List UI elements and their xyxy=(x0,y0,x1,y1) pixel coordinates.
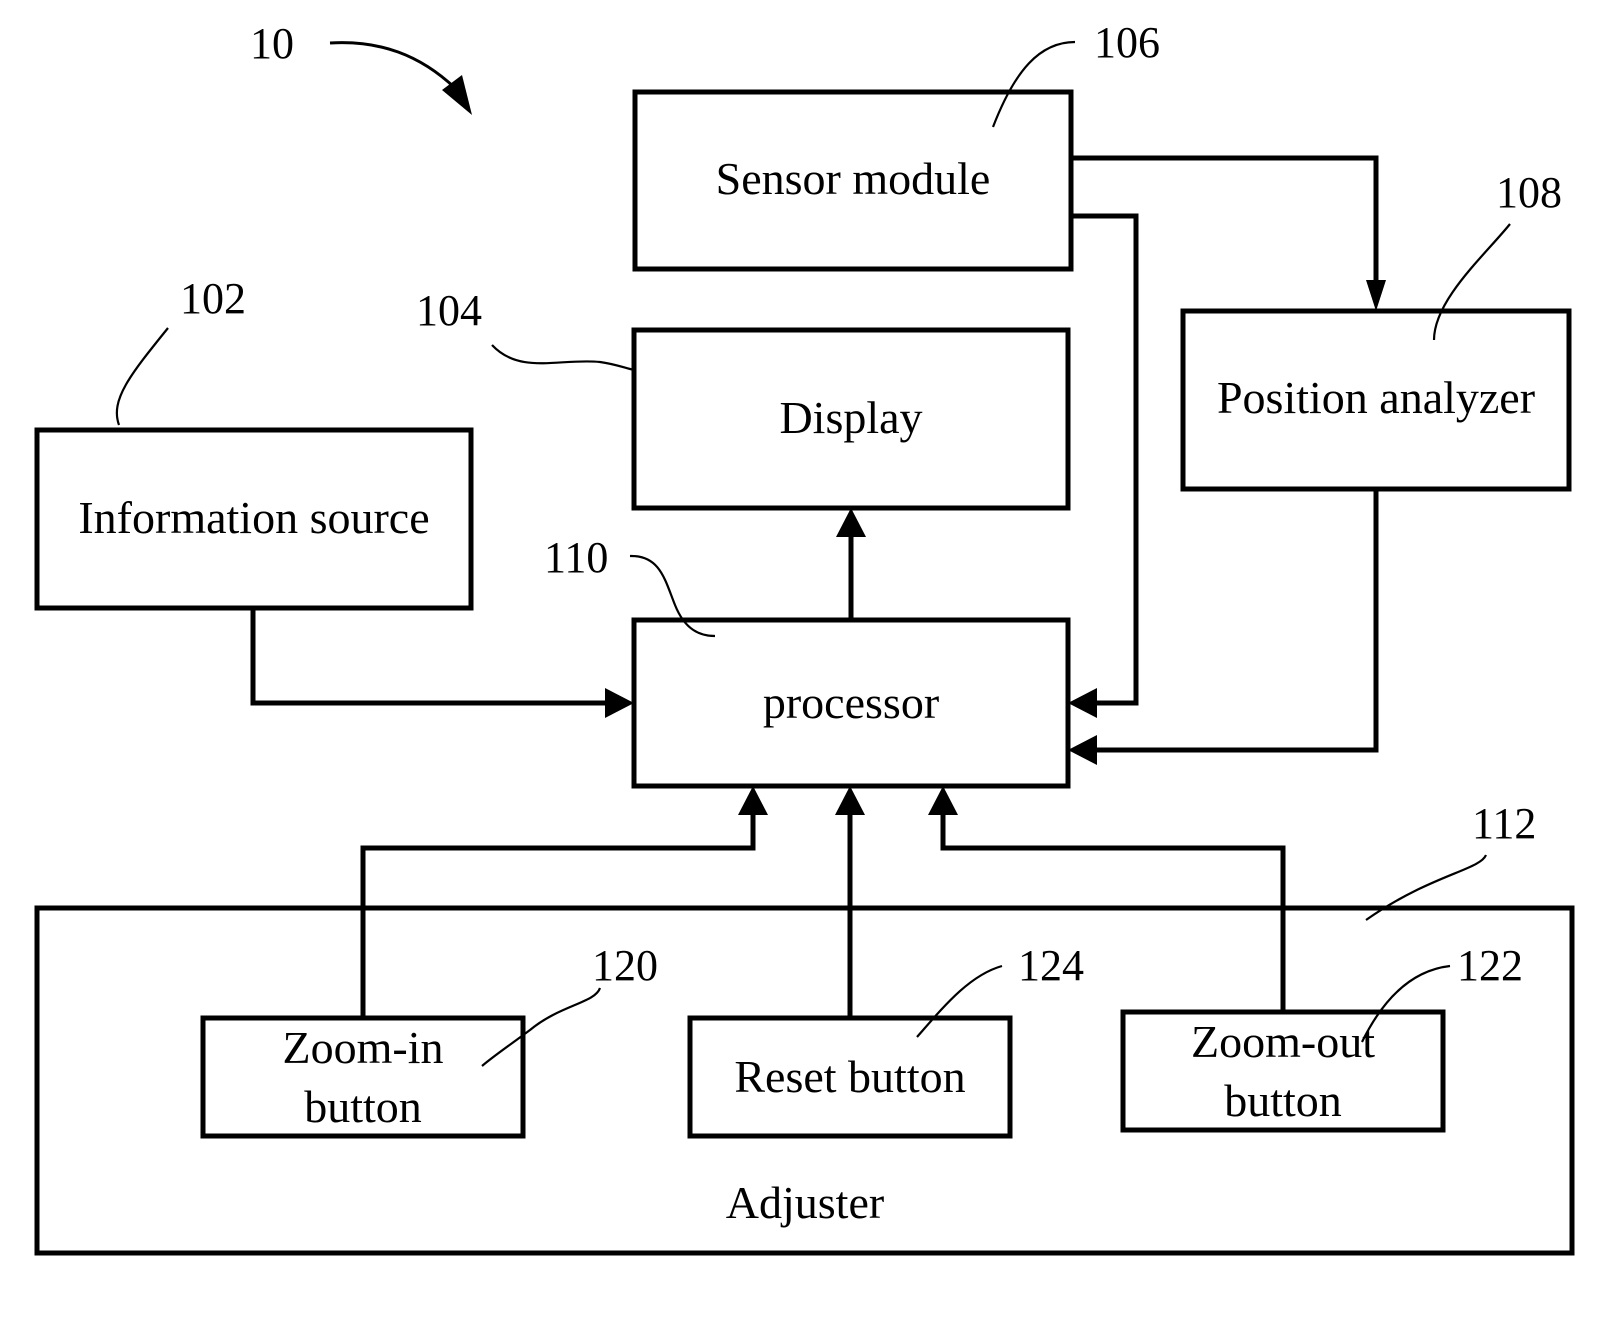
zoom-in-button-label-line2: button xyxy=(304,1081,422,1132)
arrowhead-processor-from-zoom-in xyxy=(738,786,768,815)
overall-pointer-arrow xyxy=(329,41,457,90)
processor-ref: 110 xyxy=(544,533,608,582)
arrowhead-processor-from-sensor xyxy=(1068,688,1097,718)
information-source-label: Information source xyxy=(78,492,429,543)
arrowhead-display-in xyxy=(836,508,866,537)
information-source-ref: 102 xyxy=(180,274,246,323)
arrowhead-processor-from-reset xyxy=(835,786,865,815)
wire-information-source-to-processor xyxy=(250,608,612,706)
arrowhead-processor-from-position-analyzer xyxy=(1068,735,1097,765)
display-label: Display xyxy=(779,392,922,443)
zoom-in-button-label-line1: Zoom-in xyxy=(283,1022,444,1073)
display-ref: 104 xyxy=(416,286,482,335)
wire-sensor-to-processor xyxy=(1071,213,1139,706)
ref-overall: 10 xyxy=(250,19,294,68)
adjuster-ref: 112 xyxy=(1472,799,1536,848)
zoom-out-button-label-line1: Zoom-out xyxy=(1191,1016,1375,1067)
adjuster-label: Adjuster xyxy=(726,1177,884,1228)
display-leader xyxy=(491,344,635,372)
arrowhead-processor-from-zoom-out xyxy=(928,786,958,815)
block-diagram: 10 Sensor module 106 Position analyzer 1… xyxy=(34,18,1575,1256)
reset-button-ref: 124 xyxy=(1018,941,1084,990)
sensor-module-ref: 106 xyxy=(1094,18,1160,67)
zoom-out-button-label-line2: button xyxy=(1224,1075,1342,1126)
zoom-in-button-ref: 120 xyxy=(592,941,658,990)
arrowhead-processor-from-information-source xyxy=(605,688,634,718)
wire-position-analyzer-to-processor xyxy=(1090,489,1379,753)
position-analyzer-ref: 108 xyxy=(1496,168,1562,217)
arrowhead-position-analyzer-in xyxy=(1366,280,1386,311)
information-source-leader xyxy=(115,327,169,426)
position-analyzer-label: Position analyzer xyxy=(1217,372,1535,423)
wire-sensor-to-position-analyzer xyxy=(1071,155,1379,288)
zoom-out-button-ref: 122 xyxy=(1457,941,1523,990)
reset-button-label: Reset button xyxy=(734,1051,965,1102)
processor-label: processor xyxy=(763,677,939,728)
sensor-module-label: Sensor module xyxy=(716,153,991,204)
